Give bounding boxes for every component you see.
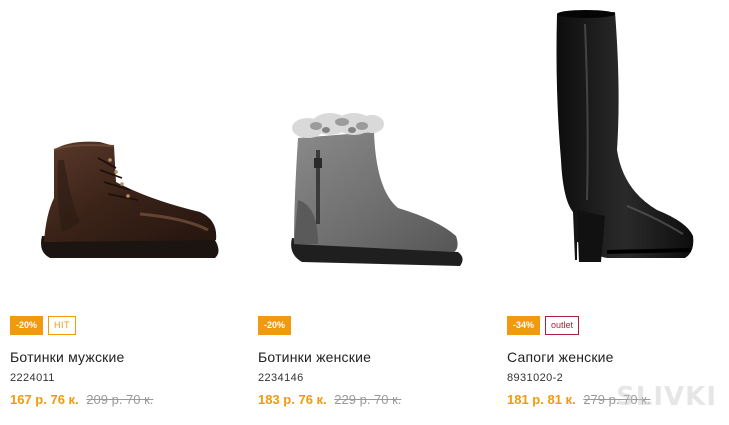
discount-badge: -34% [507, 316, 541, 335]
price-block: 167 р. 76 к. 209 р. 70 к. [10, 392, 153, 407]
discount-badge: -20% [10, 316, 44, 335]
price-new: 181 р. 81 к. [507, 392, 576, 407]
product-card[interactable]: -34% outlet Сапоги женские 8931020-2 181… [507, 0, 729, 425]
badges: -20% HIT [10, 316, 77, 335]
womens-knee-high-boot-icon[interactable] [507, 0, 729, 300]
product-title[interactable]: Сапоги женские [507, 349, 614, 365]
badges: -20% [258, 316, 292, 335]
womens-fur-ankle-boot-icon[interactable] [258, 0, 486, 300]
mens-leather-boot-icon[interactable] [10, 0, 238, 300]
watermark-logo: SLIVKI [616, 382, 717, 412]
product-title[interactable]: Ботинки женские [258, 349, 371, 365]
price-old: 229 р. 70 к. [334, 392, 402, 407]
discount-badge: -20% [258, 316, 292, 335]
product-sku: 2224011 [10, 372, 55, 384]
product-sku: 2234146 [258, 372, 304, 384]
product-title[interactable]: Ботинки мужские [10, 349, 125, 365]
price-new: 167 р. 76 к. [10, 392, 79, 407]
price-block: 183 р. 76 к. 229 р. 70 к. [258, 392, 401, 407]
badges: -34% outlet [507, 316, 580, 335]
price-old: 209 р. 70 к. [86, 392, 154, 407]
outlet-badge: outlet [545, 316, 580, 335]
product-card[interactable]: -20% HIT Ботинки мужские 2224011 167 р. … [10, 0, 238, 425]
product-card[interactable]: -20% Ботинки женские 2234146 183 р. 76 к… [258, 0, 486, 425]
product-grid: -20% HIT Ботинки мужские 2224011 167 р. … [0, 0, 729, 425]
hit-badge: HIT [48, 316, 77, 335]
product-sku: 8931020-2 [507, 372, 564, 384]
price-new: 183 р. 76 к. [258, 392, 327, 407]
